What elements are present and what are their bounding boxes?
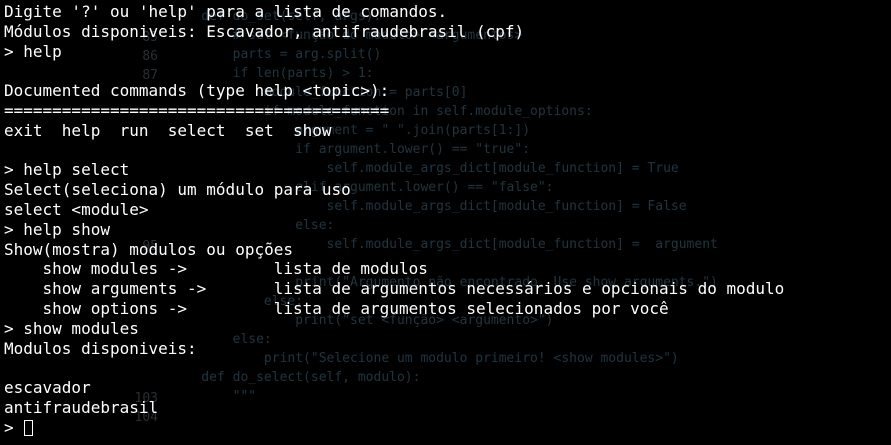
terminal-window[interactable]: def do_set(self, args): # set <função do…: [0, 0, 891, 445]
terminal-line: Módulos disponiveis: Escavador, antifrau…: [4, 21, 525, 41]
terminal-prompt-line[interactable]: >: [4, 418, 784, 438]
terminal-line: Modulos disponiveis:: [4, 338, 197, 358]
terminal-line: > help: [4, 41, 62, 61]
terminal-line: antifraudebrasil: [4, 397, 159, 417]
terminal-line: Digite '?' ou 'help' para a lista de com…: [4, 2, 448, 21]
terminal-line: show arguments -> lista de argumentos ne…: [4, 279, 785, 299]
terminal-line: Select(seleciona) um módulo para uso: [4, 180, 351, 200]
terminal-line: > show modules: [4, 318, 139, 338]
text-cursor: [24, 419, 34, 436]
terminal-line: > help show: [4, 219, 110, 239]
terminal-line: escavador: [4, 378, 91, 398]
terminal-line: ========================================: [4, 100, 390, 120]
terminal-line: Documented commands (type help <topic>):: [4, 81, 390, 101]
terminal-line: Show(mostra) modulos ou opções: [4, 239, 293, 259]
terminal-line: show modules -> lista de modulos: [4, 259, 428, 279]
terminal-line: show options -> lista de argumentos sele…: [4, 298, 669, 318]
terminal-line: select <module>: [4, 199, 149, 219]
terminal-line: exit help run select set show: [4, 120, 332, 140]
prompt-symbol: >: [4, 417, 24, 437]
terminal-output: Digite '?' ou 'help' para a lista de com…: [4, 2, 784, 438]
terminal-line: > help select: [4, 160, 130, 180]
